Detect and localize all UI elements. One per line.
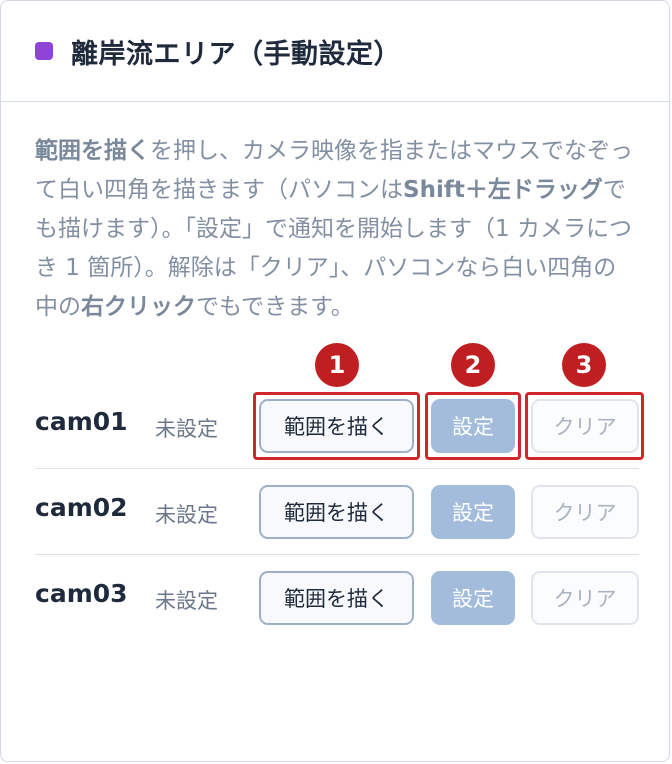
panel-title: 離岸流エリア（手動設定） <box>71 38 401 70</box>
clear-button[interactable]: クリア <box>531 485 639 539</box>
clear-button[interactable]: クリア <box>531 571 639 625</box>
rip-current-panel: 離岸流エリア（手動設定） 範囲を描くを押し、カメラ映像を指またはマウスでなぞって… <box>0 0 670 762</box>
set-button[interactable]: 設定 <box>431 571 515 625</box>
instructions-part-3: でもできます。 <box>196 294 354 320</box>
draw-area-button[interactable]: 範囲を描く <box>259 571 414 625</box>
camera-name: cam02 <box>35 493 128 522</box>
camera-status: 未設定 <box>155 503 218 527</box>
camera-row-cam02: cam02 未設定 範囲を描く 設定 クリア <box>35 469 639 555</box>
camera-name: cam01 <box>35 407 128 436</box>
instructions-bold-draw: 範囲を描く <box>35 138 150 164</box>
instructions-text: 範囲を描くを押し、カメラ映像を指またはマウスでなぞって白い四角を描きます（パソコ… <box>35 132 639 327</box>
set-button[interactable]: 設定 <box>431 485 515 539</box>
purple-square-icon <box>35 42 53 60</box>
camera-status: 未設定 <box>155 589 218 613</box>
camera-status: 未設定 <box>155 417 218 441</box>
instructions-bold-shift-drag: Shift＋左ドラッグ <box>403 177 603 203</box>
annotation-badge-1: 1 <box>315 343 359 387</box>
annotation-badge-2: 2 <box>451 343 495 387</box>
camera-name: cam03 <box>35 579 128 608</box>
highlight-clear-button <box>525 392 644 460</box>
camera-row-cam03: cam03 未設定 範囲を描く 設定 クリア <box>35 555 639 641</box>
instructions-bold-right-click: 右クリック <box>81 294 196 320</box>
highlight-draw-button <box>253 392 420 460</box>
highlight-set-button <box>425 392 521 460</box>
panel-header: 離岸流エリア（手動設定） <box>1 1 669 102</box>
draw-area-button[interactable]: 範囲を描く <box>259 485 414 539</box>
annotation-badge-3: 3 <box>562 343 606 387</box>
